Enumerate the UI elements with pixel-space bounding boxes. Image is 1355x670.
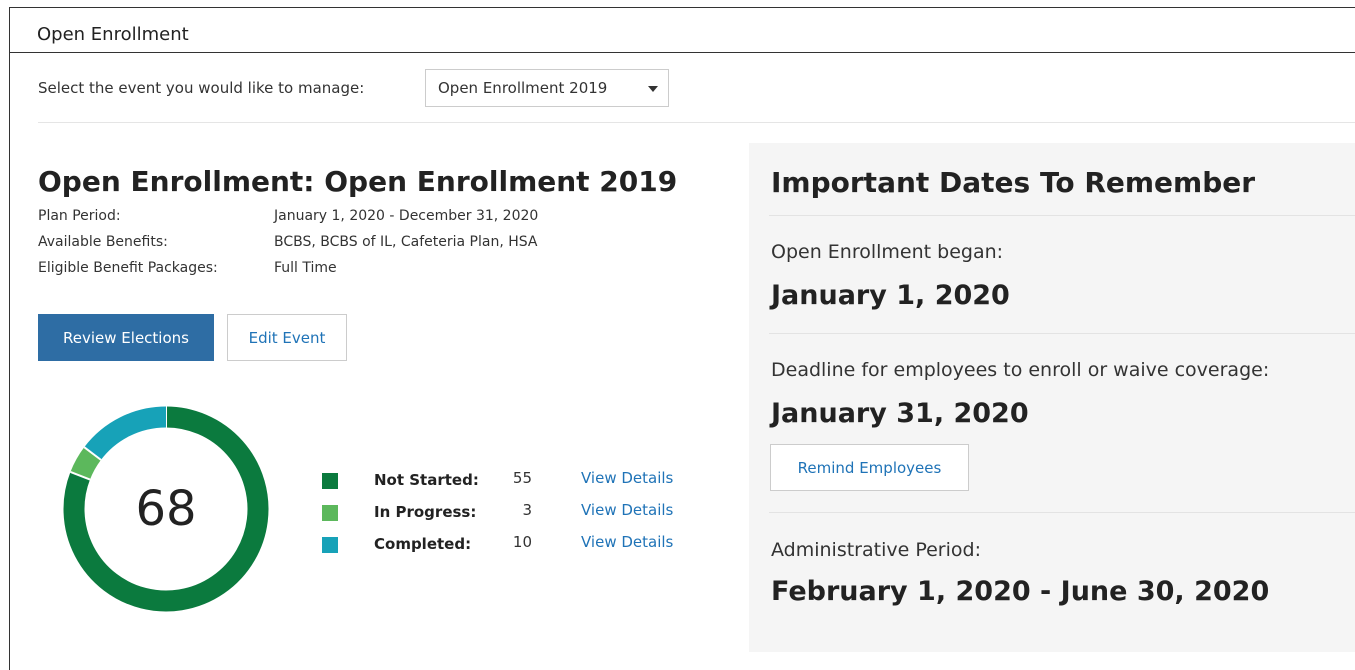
status-legend: Not Started: 55 View Details In Progress… [322, 469, 702, 565]
enrollment-began-date: January 1, 2020 [771, 280, 1010, 311]
legend-swatch [322, 473, 338, 489]
legend-label: Completed: [374, 535, 472, 553]
legend-count: 55 [512, 469, 532, 487]
detail-row: Eligible Benefit Packages: Full Time [38, 260, 538, 286]
remind-employees-button[interactable]: Remind Employees [770, 444, 969, 491]
legend-swatch [322, 537, 338, 553]
event-title: Open Enrollment: Open Enrollment 2019 [38, 165, 678, 198]
detail-value: Full Time [274, 260, 337, 276]
edit-event-button[interactable]: Edit Event [227, 314, 347, 361]
divider [38, 122, 1355, 123]
legend-count: 3 [522, 501, 532, 519]
detail-value: BCBS, BCBS of IL, Cafeteria Plan, HSA [274, 234, 538, 250]
legend-swatch [322, 505, 338, 521]
legend-row-in-progress: In Progress: 3 View Details [322, 501, 702, 533]
administrative-period-label: Administrative Period: [771, 539, 981, 561]
view-details-link[interactable]: View Details [581, 501, 673, 519]
detail-key: Eligible Benefit Packages: [38, 260, 218, 276]
administrative-period-date: February 1, 2020 - June 30, 2020 [771, 576, 1270, 607]
legend-count: 10 [512, 533, 532, 551]
detail-value: January 1, 2020 - December 31, 2020 [274, 208, 539, 224]
view-details-link[interactable]: View Details [581, 533, 673, 551]
review-elections-button[interactable]: Review Elections [38, 314, 214, 361]
event-select[interactable]: Open Enrollment 2019 [425, 69, 669, 107]
title-bar: Open Enrollment [9, 7, 1355, 53]
view-details-link[interactable]: View Details [581, 469, 673, 487]
enrollment-began-label: Open Enrollment began: [771, 241, 1004, 263]
detail-row: Plan Period: January 1, 2020 - December … [38, 208, 538, 234]
donut-total: 68 [135, 481, 197, 537]
important-dates-panel: Important Dates To Remember Open Enrollm… [749, 143, 1355, 652]
legend-row-completed: Completed: 10 View Details [322, 533, 702, 565]
event-select-value: Open Enrollment 2019 [438, 79, 608, 97]
deadline-label: Deadline for employees to enroll or waiv… [771, 359, 1270, 381]
divider [769, 512, 1355, 513]
detail-key: Plan Period: [38, 208, 121, 224]
page-title: Open Enrollment [37, 24, 189, 45]
event-selector-label: Select the event you would like to manag… [38, 79, 365, 97]
chevron-down-icon [648, 86, 658, 92]
legend-row-not-started: Not Started: 55 View Details [322, 469, 702, 501]
detail-row: Available Benefits: BCBS, BCBS of IL, Ca… [38, 234, 538, 260]
divider [769, 333, 1355, 334]
important-dates-title: Important Dates To Remember [771, 166, 1256, 199]
divider [769, 215, 1355, 216]
legend-label: Not Started: [374, 471, 479, 489]
detail-key: Available Benefits: [38, 234, 168, 250]
legend-label: In Progress: [374, 503, 477, 521]
deadline-date: January 31, 2020 [771, 398, 1029, 429]
event-details: Plan Period: January 1, 2020 - December … [38, 208, 538, 286]
